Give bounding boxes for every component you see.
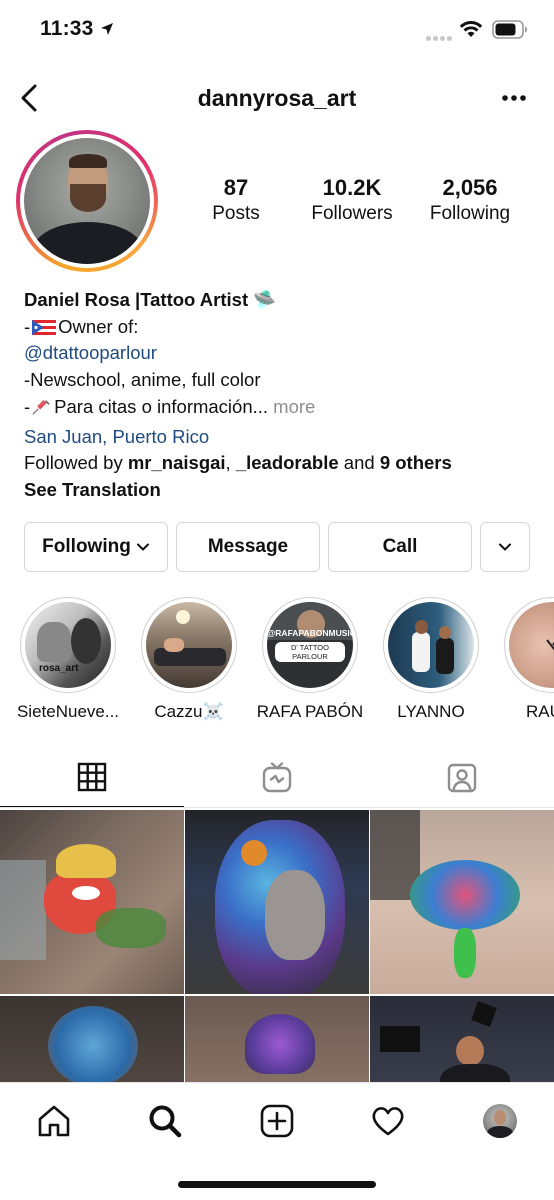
- wifi-icon: [459, 21, 483, 37]
- profile-stats: 87 Posts 10.2K Followers 2,056 Following: [176, 175, 554, 231]
- highlight-watermark: rosa_art: [39, 663, 79, 674]
- posts-value: 87: [223, 175, 249, 200]
- message-button[interactable]: Message: [176, 522, 320, 572]
- back-arrow-icon[interactable]: [14, 80, 46, 116]
- post-thumbnail[interactable]: [185, 996, 369, 1082]
- highlight-label: RAUW: [526, 702, 554, 721]
- syringe-icon: [30, 397, 54, 424]
- profile-header-bar: dannyrosa_art: [0, 70, 554, 126]
- bio-style-text: -Newschool, anime, full color: [24, 369, 261, 391]
- battery-icon: [492, 20, 527, 39]
- highlight-item[interactable]: LYANNO: [376, 597, 486, 722]
- grid-icon: [77, 762, 107, 792]
- new-post-icon: [260, 1104, 294, 1138]
- call-button[interactable]: Call: [328, 522, 472, 572]
- followed-by[interactable]: Followed by mr_naisgai, _leadorable and …: [24, 450, 544, 477]
- home-indicator: [178, 1181, 376, 1188]
- bio-appointments-text: Para citas o información...: [54, 395, 269, 417]
- following-button-label: Following: [42, 536, 131, 557]
- call-button-label: Call: [382, 536, 418, 557]
- post-thumbnail[interactable]: [0, 810, 184, 994]
- followed-others: 9 others: [379, 452, 452, 474]
- bio-dash: -: [24, 315, 31, 337]
- bio-owner-text: Owner of:: [58, 315, 139, 337]
- nav-activity[interactable]: [368, 1101, 408, 1141]
- chevron-down-icon: [499, 543, 511, 551]
- tabs-divider: [0, 807, 554, 808]
- post-thumbnail[interactable]: [370, 810, 554, 994]
- profile-content-tabs: [0, 748, 554, 808]
- profile-actions: Following Message Call: [24, 522, 544, 572]
- tab-igtv[interactable]: [185, 748, 369, 808]
- highlight-item[interactable]: Cazzu☠️: [134, 597, 244, 722]
- highlight-caption-2: D' TATTOO PARLOUR: [275, 642, 345, 662]
- nav-profile[interactable]: [480, 1101, 520, 1141]
- following-count[interactable]: 2,056 Following: [410, 175, 530, 225]
- profile-avatar-icon: [483, 1104, 517, 1138]
- puerto-rico-flag-icon: [32, 319, 57, 335]
- location-arrow-icon: [101, 23, 113, 35]
- bio-mention-link[interactable]: @dtattooparlour: [24, 342, 157, 363]
- followers-label: Followers: [311, 203, 393, 224]
- following-value: 2,056: [442, 175, 498, 200]
- posts-count[interactable]: 87 Posts: [176, 175, 296, 225]
- tab-tagged[interactable]: [370, 748, 554, 808]
- more-options-icon[interactable]: [496, 86, 532, 110]
- activity-heart-icon: [372, 1107, 404, 1136]
- following-label: Following: [429, 203, 511, 224]
- home-icon: [38, 1105, 70, 1137]
- followers-value: 10.2K: [322, 175, 382, 200]
- igtv-icon: [262, 762, 292, 793]
- highlight-item[interactable]: rosa_art SieteNueve...: [13, 597, 123, 722]
- see-translation-link[interactable]: See Translation: [24, 479, 161, 500]
- highlight-label: SieteNueve...: [16, 702, 120, 721]
- posts-label: Posts: [212, 203, 260, 224]
- search-icon: [149, 1105, 182, 1138]
- bio-location-link[interactable]: San Juan, Puerto Rico: [24, 426, 209, 447]
- followed-and: and: [338, 452, 380, 474]
- suggested-accounts-button[interactable]: [480, 522, 530, 572]
- nav-search[interactable]: [145, 1101, 185, 1141]
- highlight-label: LYANNO: [397, 702, 465, 721]
- tab-grid[interactable]: [0, 748, 184, 808]
- followed-user-1: mr_naisgai: [127, 452, 226, 474]
- highlight-item[interactable]: RAUW: [497, 597, 554, 722]
- chevron-down-icon: [136, 543, 149, 551]
- bottom-tab-bar: [0, 1082, 554, 1200]
- post-thumbnail[interactable]: [0, 996, 184, 1082]
- highlight-label: Cazzu☠️: [154, 702, 224, 721]
- followed-by-prefix: Followed by: [24, 452, 128, 474]
- story-highlights: rosa_art SieteNueve... Cazzu☠️ @RAFAPABO…: [0, 597, 554, 727]
- display-name: Daniel Rosa |Tattoo Artist: [24, 289, 249, 310]
- bio-more-link[interactable]: more: [268, 396, 315, 417]
- nav-home[interactable]: [34, 1101, 74, 1141]
- status-bar: 11:33: [0, 0, 554, 62]
- followed-user-2: _leadorable: [235, 452, 339, 474]
- following-button[interactable]: Following: [24, 522, 168, 572]
- message-button-label: Message: [207, 536, 289, 557]
- profile-avatar[interactable]: [16, 130, 158, 272]
- tagged-icon: [447, 763, 477, 793]
- status-time: 11:33: [40, 17, 94, 40]
- followed-sep: ,: [225, 452, 236, 474]
- ufo-emoji: 🛸: [253, 289, 277, 310]
- signal-icon: [426, 28, 454, 46]
- posts-grid: [0, 810, 554, 1082]
- nav-new-post[interactable]: [257, 1101, 297, 1141]
- followers-count[interactable]: 10.2K Followers: [292, 175, 412, 225]
- post-thumbnail[interactable]: [185, 810, 369, 994]
- profile-bio: Daniel Rosa |Tattoo Artist 🛸 - Owner of:…: [24, 287, 544, 504]
- post-thumbnail[interactable]: [370, 996, 554, 1082]
- highlight-item[interactable]: @RAFAPABONMUSIC D' TATTOO PARLOUR RAFA P…: [255, 597, 365, 722]
- highlight-label: RAFA PABÓN: [256, 702, 364, 721]
- highlight-caption-1: @RAFAPABONMUSIC: [267, 628, 353, 638]
- profile-username: dannyrosa_art: [197, 85, 357, 111]
